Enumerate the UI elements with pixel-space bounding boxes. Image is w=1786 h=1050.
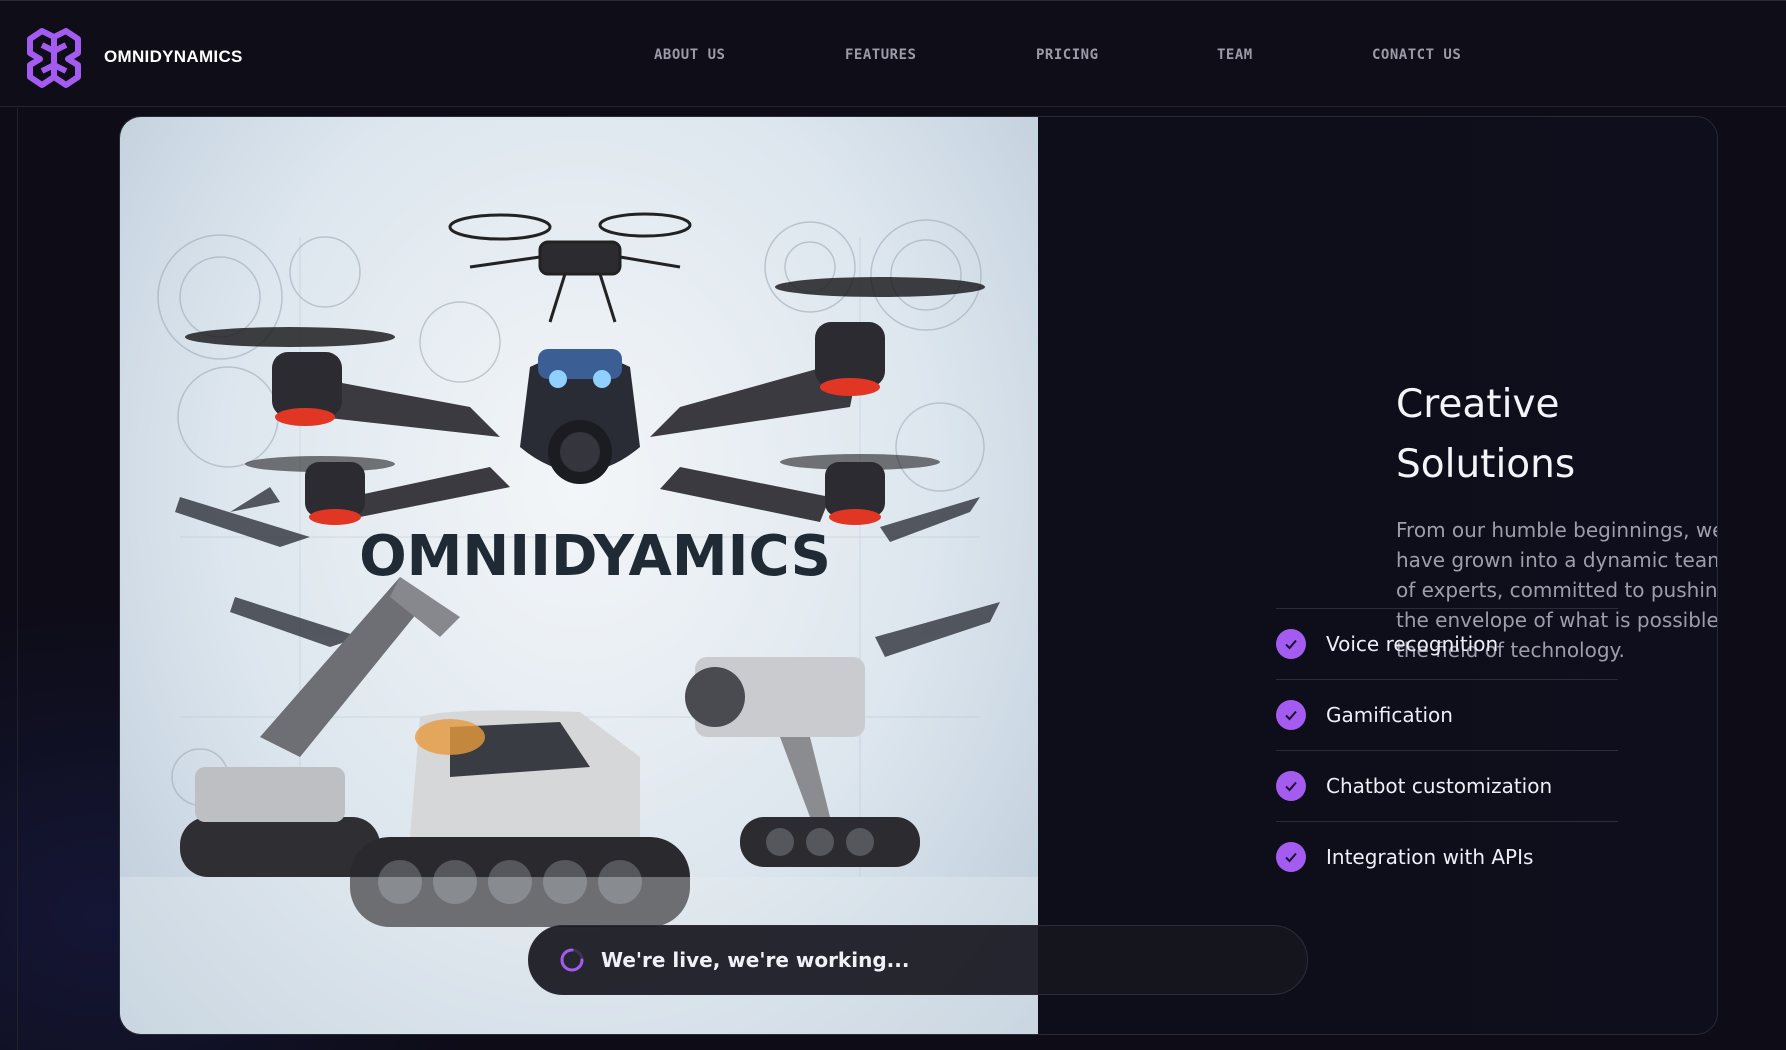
knot-logo-icon[interactable]: [20, 23, 88, 91]
feature-item-chatbot-customization: Chatbot customization: [1276, 750, 1618, 821]
hero-image: OMNIIDYAMICS: [120, 117, 1038, 1034]
feature-label: Chatbot customization: [1326, 774, 1553, 798]
toast-text: We're live, we're working...: [601, 948, 910, 972]
feature-item-gamification: Gamification: [1276, 679, 1618, 750]
section-title: Creative Solutions: [1396, 375, 1717, 495]
hero-card: OMNIIDYAMICS Creative Solutions From our…: [119, 116, 1718, 1035]
main-drone: [185, 277, 985, 525]
title-line-2: Solutions: [1396, 442, 1576, 487]
nav-team[interactable]: TEAM: [1217, 47, 1253, 63]
small-drone: [448, 212, 692, 323]
check-icon: [1276, 771, 1306, 801]
hero-image-text: OMNIIDYAMICS: [359, 524, 831, 589]
brand-name[interactable]: OMNIDYNAMICS: [104, 47, 243, 67]
spinner-icon: [560, 948, 584, 972]
title-line-1: Creative: [1396, 382, 1560, 427]
hero-illustration: OMNIIDYAMICS: [120, 212, 1038, 1034]
top-navbar: OMNIDYNAMICS ABOUT US FEATURES PRICING T…: [0, 0, 1786, 107]
nav-features[interactable]: FEATURES: [845, 47, 916, 63]
nav-about-us[interactable]: ABOUT US: [654, 47, 725, 63]
page-divider: [17, 108, 18, 1050]
status-toast[interactable]: We're live, we're working...: [528, 925, 1308, 995]
feature-label: Integration with APIs: [1326, 845, 1534, 869]
nav-contact-us[interactable]: CONATCT US: [1372, 47, 1461, 63]
feature-item-integration-with-apis: Integration with APIs: [1276, 821, 1618, 892]
check-icon: [1276, 842, 1306, 872]
feature-label: Gamification: [1326, 703, 1453, 727]
feature-item-voice-recognition: Voice recognition: [1276, 608, 1618, 679]
check-icon: [1276, 629, 1306, 659]
feature-list: Voice recognition Gamification Chatbot c…: [1276, 608, 1618, 892]
nav-pricing[interactable]: PRICING: [1036, 47, 1099, 63]
check-icon: [1276, 700, 1306, 730]
feature-label: Voice recognition: [1326, 632, 1499, 656]
